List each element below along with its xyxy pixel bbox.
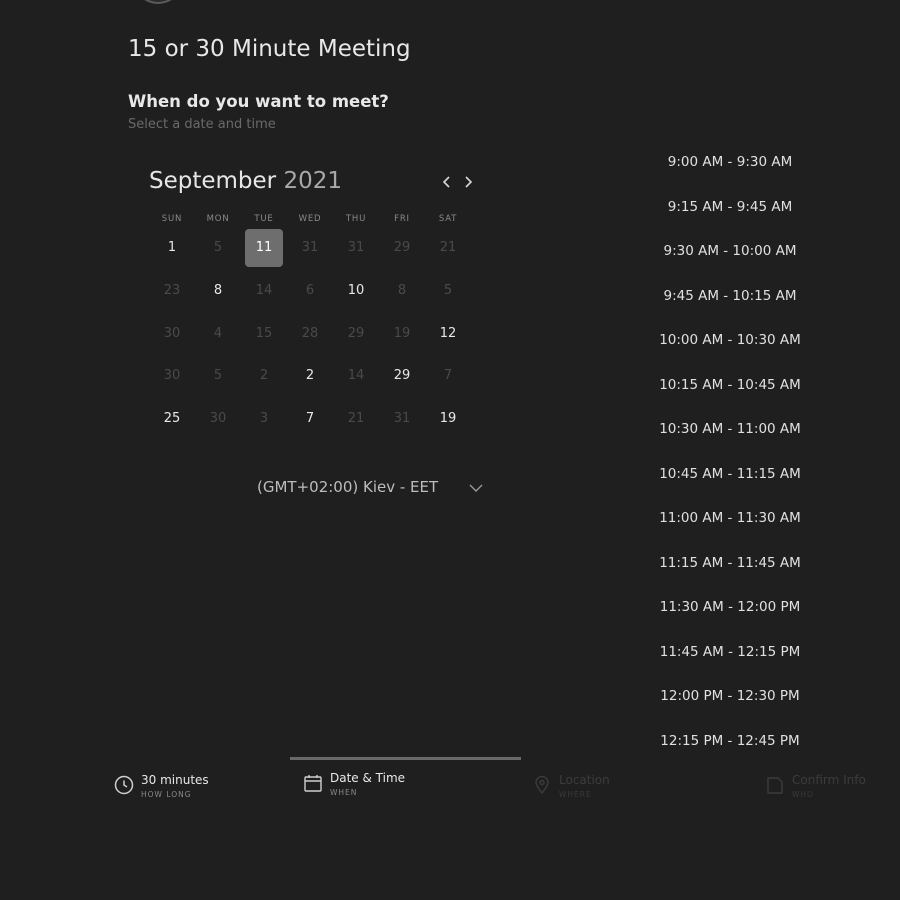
time-slot-button[interactable]: 9:30 AM - 10:00 AM [650, 243, 810, 259]
active-step-indicator [290, 757, 521, 760]
calendar-day-unavailable: 29 [393, 240, 411, 255]
calendar-day-unavailable: 8 [397, 283, 407, 298]
time-slot-button[interactable]: 12:15 PM - 12:45 PM [650, 733, 810, 749]
host-avatar [135, 0, 181, 4]
clock-icon [114, 775, 134, 795]
calendar-icon [304, 775, 322, 792]
calendar-day-unavailable: 7 [443, 368, 453, 383]
next-month-button[interactable] [458, 172, 478, 192]
calendar-month-year: September 2021 [149, 168, 342, 194]
calendar-day-unavailable: 3 [259, 411, 269, 426]
time-slot-button[interactable]: 10:30 AM - 11:00 AM [650, 421, 810, 437]
step-date-time-label: Date & Time [330, 771, 406, 785]
weekday-sat: SAT [438, 214, 458, 224]
document-icon [767, 777, 783, 794]
calendar-day-unavailable: 14 [347, 368, 365, 383]
calendar-day-unavailable: 5 [213, 368, 223, 383]
weekday-wed: WED [298, 214, 322, 224]
weekday-tue: TUE [254, 214, 274, 224]
calendar-day-available[interactable]: 12 [429, 315, 467, 353]
calendar-day-unavailable: 23 [163, 283, 181, 298]
calendar-month: September [149, 168, 277, 194]
calendar-day-unavailable: 28 [301, 326, 319, 341]
time-slot-button[interactable]: 11:45 AM - 12:15 PM [650, 644, 810, 660]
calendar-day-selected[interactable]: 11 [245, 229, 283, 267]
weekday-fri: FRI [394, 214, 410, 224]
calendar-day-unavailable: 21 [439, 240, 457, 255]
time-slot-button[interactable]: 11:15 AM - 11:45 AM [650, 555, 810, 571]
chevron-right-icon [465, 176, 473, 188]
step-location-sub: WHERE [559, 790, 592, 799]
time-slot-button[interactable]: 10:00 AM - 10:30 AM [650, 332, 810, 348]
calendar-day-unavailable: 4 [213, 326, 223, 341]
time-slot-button[interactable]: 12:00 PM - 12:30 PM [650, 688, 810, 704]
step-location-label: Location [559, 773, 610, 787]
question-hint: Select a date and time [128, 117, 276, 132]
calendar-day-unavailable: 15 [255, 326, 273, 341]
calendar-day-available[interactable]: 2 [291, 357, 329, 395]
calendar-day-unavailable: 6 [305, 283, 315, 298]
event-title: 15 or 30 Minute Meeting [128, 36, 411, 62]
prev-month-button[interactable] [437, 172, 457, 192]
time-slot-button[interactable]: 10:15 AM - 10:45 AM [650, 377, 810, 393]
calendar-day-unavailable: 30 [163, 326, 181, 341]
calendar-day-available[interactable]: 1 [153, 229, 191, 267]
calendar-day-unavailable: 2 [259, 368, 269, 383]
calendar-day-unavailable: 30 [163, 368, 181, 383]
calendar-day-available[interactable]: 7 [291, 400, 329, 438]
calendar-day-unavailable: 14 [255, 283, 273, 298]
time-slot-button[interactable]: 11:00 AM - 11:30 AM [650, 510, 810, 526]
calendar-day-available[interactable]: 29 [383, 357, 421, 395]
step-confirm-info-sub: WHO [792, 790, 814, 799]
question-heading: When do you want to meet? [128, 92, 389, 111]
step-duration-sub: HOW LONG [141, 790, 192, 799]
calendar-day-unavailable: 30 [209, 411, 227, 426]
chevron-down-icon [469, 484, 483, 492]
calendar-day-unavailable: 19 [393, 326, 411, 341]
time-slot-button[interactable]: 11:30 AM - 12:00 PM [650, 599, 810, 615]
weekday-sun: SUN [161, 214, 183, 224]
calendar-year: 2021 [283, 168, 342, 194]
weekday-thu: THU [345, 214, 367, 224]
step-date-time-sub: WHEN [330, 788, 358, 797]
calendar-day-unavailable: 31 [301, 240, 319, 255]
time-slot-button[interactable]: 9:00 AM - 9:30 AM [650, 154, 810, 170]
timezone-dropdown[interactable] [466, 478, 486, 498]
calendar-day-unavailable: 21 [347, 411, 365, 426]
calendar-day-unavailable: 5 [443, 283, 453, 298]
step-duration-label: 30 minutes [141, 773, 209, 787]
location-pin-icon [535, 775, 549, 795]
calendar-day-unavailable: 31 [393, 411, 411, 426]
step-confirm-info-label: Confirm Info [792, 773, 866, 787]
time-slot-button[interactable]: 9:15 AM - 9:45 AM [650, 199, 810, 215]
calendar-day-available[interactable]: 25 [153, 400, 191, 438]
calendar-day-unavailable: 31 [347, 240, 365, 255]
timezone-label: (GMT+02:00) Kiev - EET [257, 478, 439, 496]
calendar-day-unavailable: 5 [213, 240, 223, 255]
weekday-mon: MON [206, 214, 230, 224]
time-slot-button[interactable]: 9:45 AM - 10:15 AM [650, 288, 810, 304]
calendar-day-unavailable: 29 [347, 326, 365, 341]
chevron-left-icon [442, 176, 450, 188]
calendar-day-available[interactable]: 19 [429, 400, 467, 438]
time-slot-button[interactable]: 10:45 AM - 11:15 AM [650, 466, 810, 482]
calendar-day-available[interactable]: 10 [337, 272, 375, 310]
calendar-day-available[interactable]: 8 [199, 272, 237, 310]
